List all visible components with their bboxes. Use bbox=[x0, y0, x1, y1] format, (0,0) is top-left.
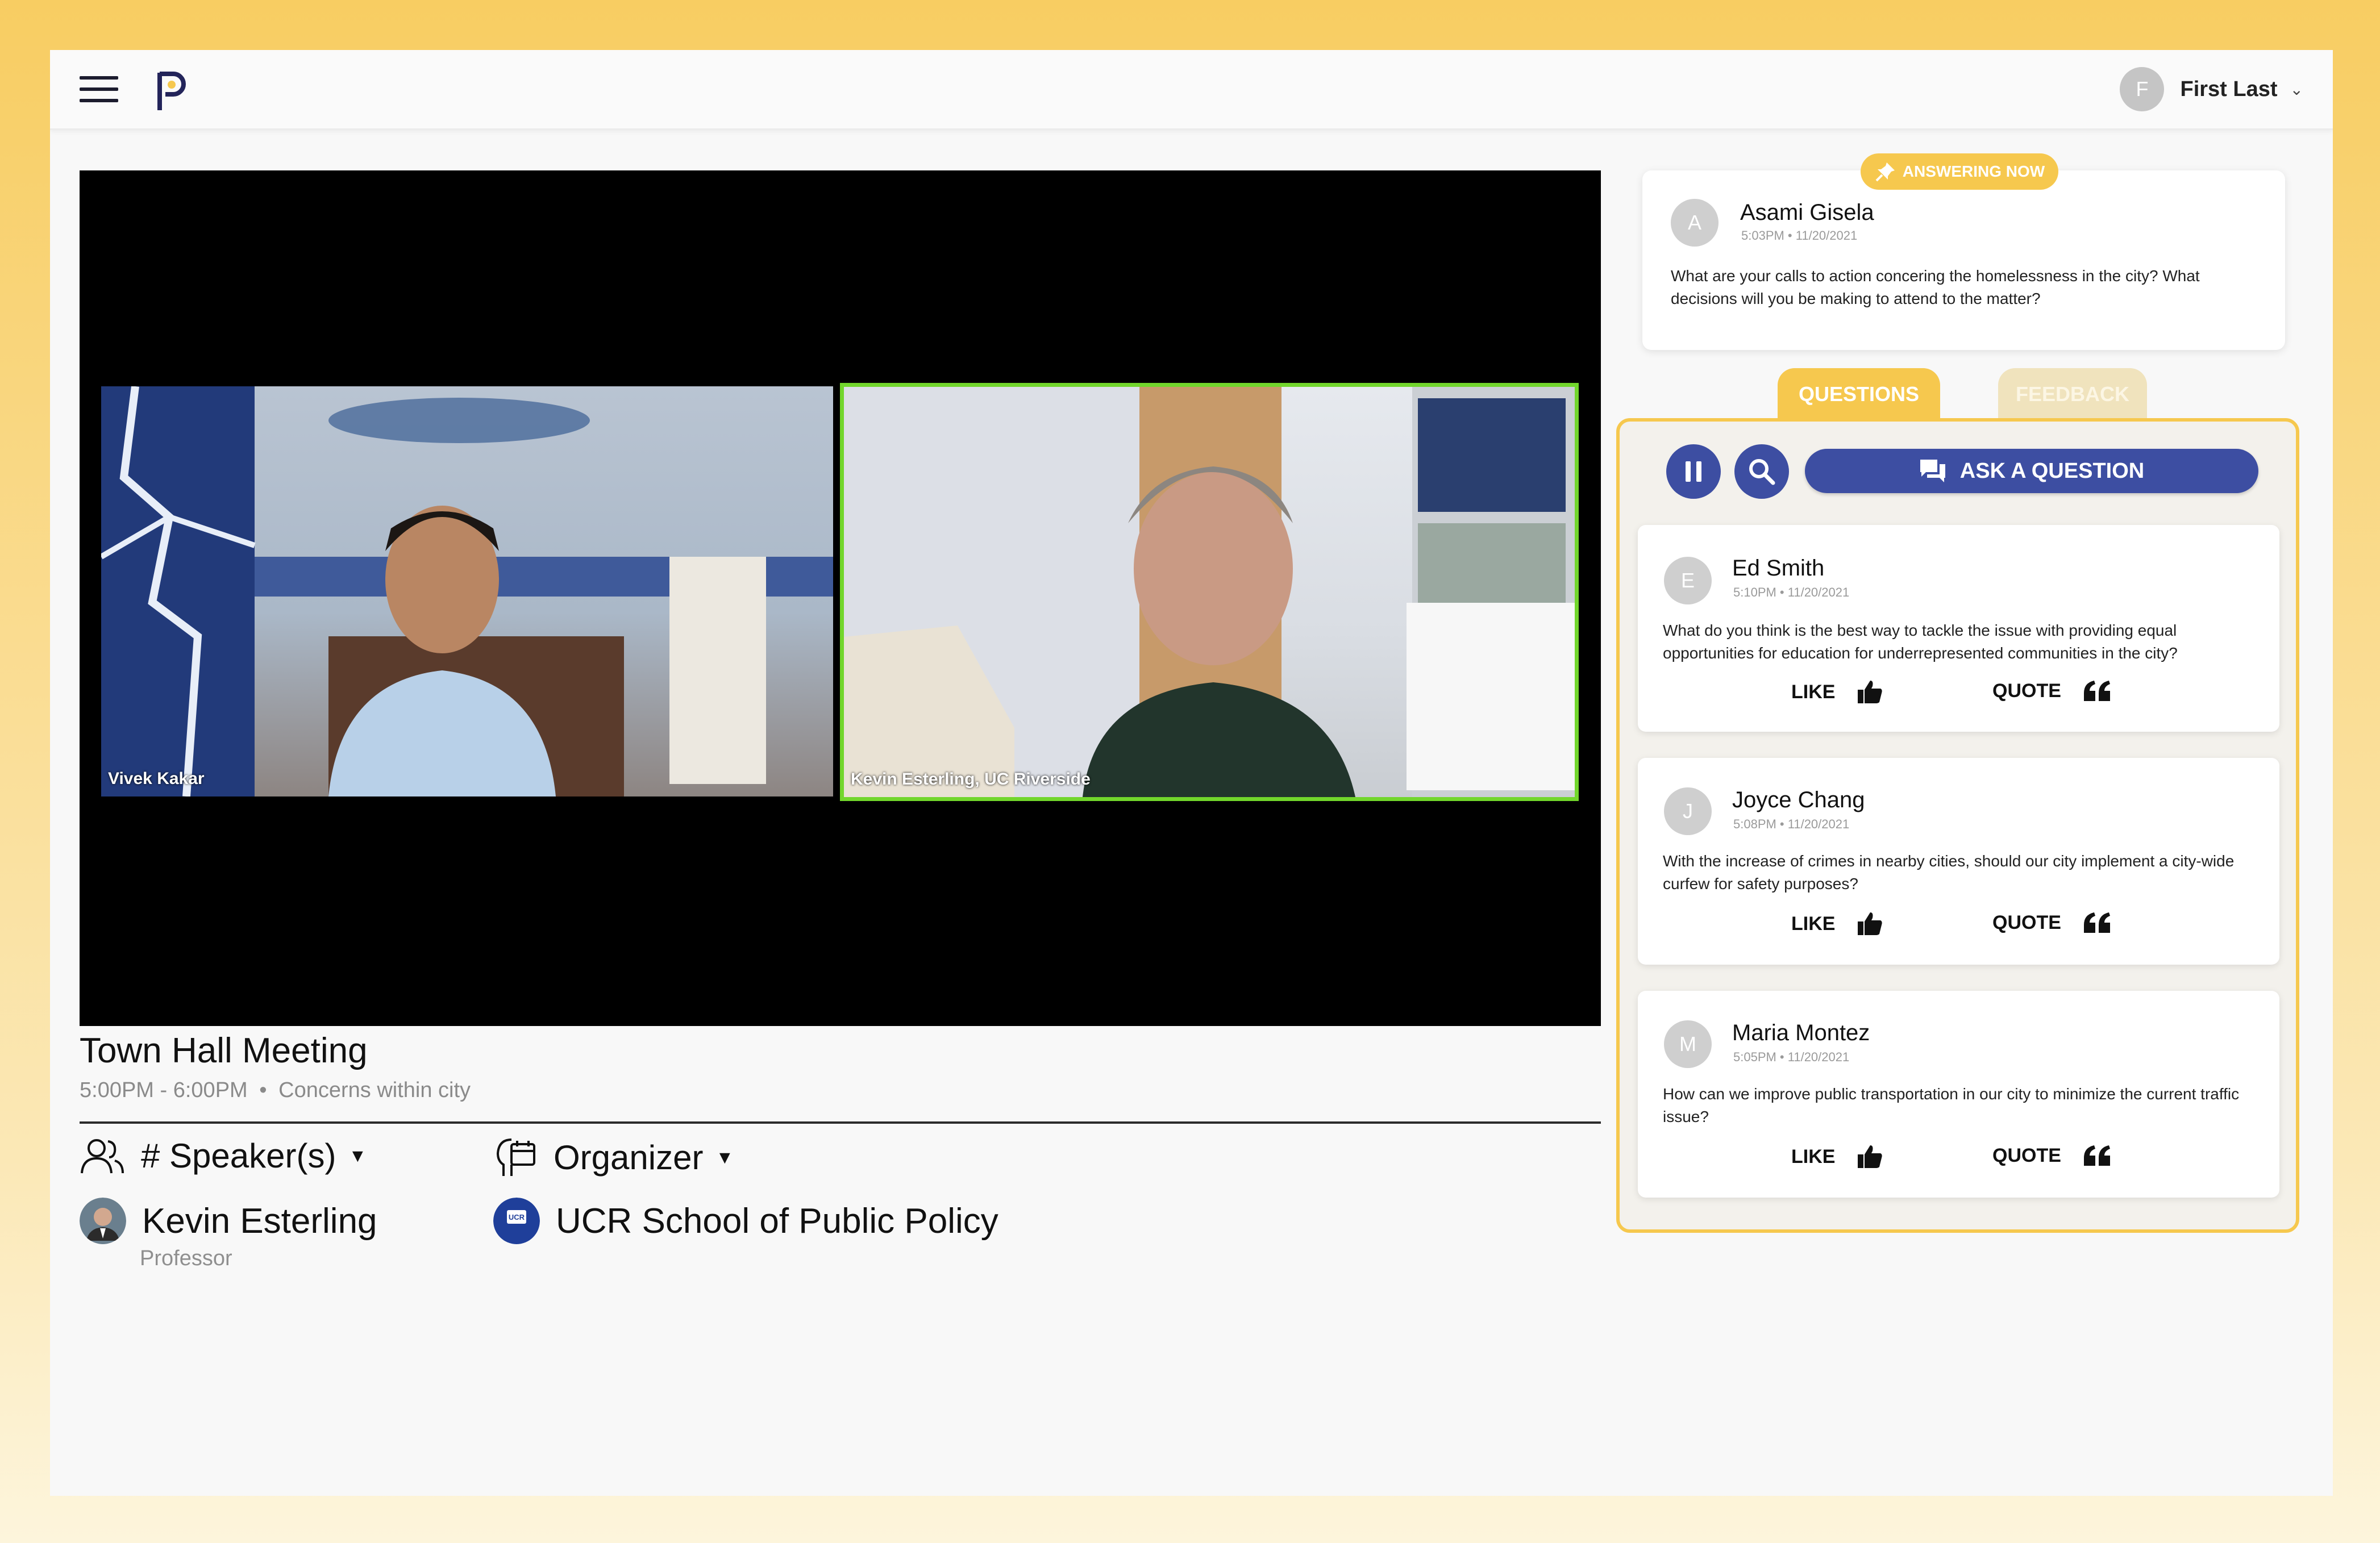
speaker-avatar bbox=[80, 1198, 126, 1244]
quote-icon bbox=[2083, 1145, 2110, 1166]
quote-button[interactable]: QUOTE bbox=[1992, 911, 2112, 934]
like-label: LIKE bbox=[1791, 912, 1836, 935]
question-text: How can we improve public transportation… bbox=[1663, 1085, 2240, 1125]
caret-down-icon: ▼ bbox=[348, 1145, 367, 1166]
organizer-label: Organizer bbox=[554, 1138, 704, 1177]
video-player[interactable]: Vivek Kakar Kevin Esterling, UC Riversid… bbox=[80, 170, 1601, 1026]
meeting-time: 5:00PM - 6:00PM bbox=[80, 1078, 248, 1102]
user-name: First Last bbox=[2180, 77, 2278, 101]
asker-name: Joyce Chang bbox=[1732, 787, 1865, 812]
asker-name: Asami Gisela bbox=[1740, 200, 1874, 225]
asker-avatar: A bbox=[1671, 199, 1719, 247]
question-card: E Ed Smith 5:10PM • 11/20/2021 What do y… bbox=[1638, 525, 2279, 732]
like-button[interactable]: LIKE bbox=[1791, 911, 1884, 936]
question-timestamp: 5:05PM • 11/20/2021 bbox=[1733, 1050, 1850, 1064]
like-button[interactable]: LIKE bbox=[1791, 679, 1884, 704]
tab-feedback[interactable]: FEEDBACK bbox=[1998, 368, 2147, 420]
participant-tile: Vivek Kakar bbox=[101, 386, 833, 796]
ask-question-label: ASK A QUESTION bbox=[1959, 458, 2145, 483]
organizer-icon bbox=[496, 1139, 535, 1176]
question-card: M Maria Montez 5:05PM • 11/20/2021 How c… bbox=[1638, 991, 2279, 1198]
asker-avatar: J bbox=[1664, 787, 1712, 835]
meeting-title: Town Hall Meeting bbox=[80, 1031, 368, 1070]
quote-button[interactable]: QUOTE bbox=[1992, 1144, 2112, 1167]
organizer-logo-text: UCR bbox=[509, 1213, 525, 1221]
organizer-name: UCR School of Public Policy bbox=[556, 1201, 998, 1241]
thumbs-up-icon bbox=[1858, 912, 1883, 935]
question-timestamp: 5:03PM • 11/20/2021 bbox=[1741, 228, 1858, 243]
question-text: With the increase of crimes in nearby ci… bbox=[1663, 852, 2235, 893]
thumbs-up-icon bbox=[1858, 1145, 1883, 1168]
answering-now-card: A Asami Gisela 5:03PM • 11/20/2021 What … bbox=[1642, 170, 2285, 350]
speakers-label: # Speaker(s) bbox=[141, 1137, 336, 1175]
answering-now-label: ANSWERING NOW bbox=[1902, 162, 2045, 180]
question-timestamp: 5:08PM • 11/20/2021 bbox=[1733, 817, 1850, 831]
participant-name-label: Vivek Kakar bbox=[108, 769, 205, 788]
caret-down-icon: ▼ bbox=[715, 1146, 734, 1167]
participant-video-feed bbox=[101, 386, 833, 796]
meeting-topic: Concerns within city bbox=[278, 1078, 471, 1102]
speaker-role: Professor bbox=[140, 1246, 232, 1270]
quote-icon bbox=[2083, 681, 2110, 701]
question-timestamp: 5:10PM • 11/20/2021 bbox=[1733, 585, 1850, 599]
chevron-down-icon: ⌄ bbox=[2290, 80, 2303, 98]
asker-name: Ed Smith bbox=[1732, 556, 1825, 581]
p-logo-icon[interactable] bbox=[154, 68, 188, 114]
section-divider bbox=[80, 1121, 1601, 1124]
question-text: What do you think is the best way to tac… bbox=[1663, 622, 2178, 662]
active-speaker-tile: Kevin Esterling, UC Riverside bbox=[840, 383, 1579, 801]
participant-video-feed bbox=[844, 387, 1575, 797]
pin-icon bbox=[1875, 162, 1895, 182]
user-menu[interactable]: F First Last ⌄ bbox=[2120, 67, 2303, 111]
answering-now-badge: ANSWERING NOW bbox=[1861, 153, 2058, 190]
question-card: J Joyce Chang 5:08PM • 11/20/2021 With t… bbox=[1638, 758, 2279, 965]
question-text: What are your calls to action concering … bbox=[1671, 267, 2200, 307]
ask-question-button[interactable]: ASK A QUESTION bbox=[1805, 449, 2258, 493]
tab-questions[interactable]: QUESTIONS bbox=[1778, 368, 1940, 420]
user-avatar: F bbox=[2120, 67, 2165, 111]
chat-icon bbox=[1920, 460, 1945, 482]
speaker-card[interactable]: Kevin Esterling bbox=[80, 1198, 377, 1244]
meeting-separator: • bbox=[259, 1078, 267, 1102]
search-icon bbox=[1749, 459, 1775, 485]
pause-icon bbox=[1686, 461, 1701, 482]
like-label: LIKE bbox=[1791, 1145, 1836, 1167]
quote-icon bbox=[2083, 912, 2110, 933]
pause-button[interactable] bbox=[1666, 444, 1721, 499]
meeting-subtitle: 5:00PM - 6:00PM • Concerns within city bbox=[80, 1078, 471, 1103]
asker-avatar: M bbox=[1664, 1020, 1712, 1068]
people-icon bbox=[81, 1139, 124, 1173]
thumbs-up-icon bbox=[1858, 681, 1883, 703]
organizer-logo: UCR bbox=[493, 1198, 540, 1244]
organizer-dropdown[interactable]: Organizer ▼ bbox=[494, 1136, 734, 1178]
quote-label: QUOTE bbox=[1992, 1144, 2061, 1166]
like-label: LIKE bbox=[1791, 681, 1836, 703]
quote-button[interactable]: QUOTE bbox=[1992, 679, 2112, 702]
quote-label: QUOTE bbox=[1992, 911, 2061, 933]
speaker-name: Kevin Esterling bbox=[142, 1201, 377, 1241]
quote-label: QUOTE bbox=[1992, 679, 2061, 702]
organizer-card[interactable]: UCR UCR School of Public Policy bbox=[493, 1198, 998, 1244]
top-header: F First Last ⌄ bbox=[50, 50, 2333, 130]
asker-name: Maria Montez bbox=[1732, 1020, 1870, 1045]
like-button[interactable]: LIKE bbox=[1791, 1144, 1884, 1169]
search-button[interactable] bbox=[1734, 444, 1789, 499]
asker-avatar: E bbox=[1664, 557, 1712, 604]
speakers-dropdown[interactable]: # Speaker(s) ▼ bbox=[80, 1136, 367, 1175]
participant-name-label: Kevin Esterling, UC Riverside bbox=[851, 770, 1091, 789]
hamburger-menu-icon[interactable] bbox=[80, 75, 118, 103]
